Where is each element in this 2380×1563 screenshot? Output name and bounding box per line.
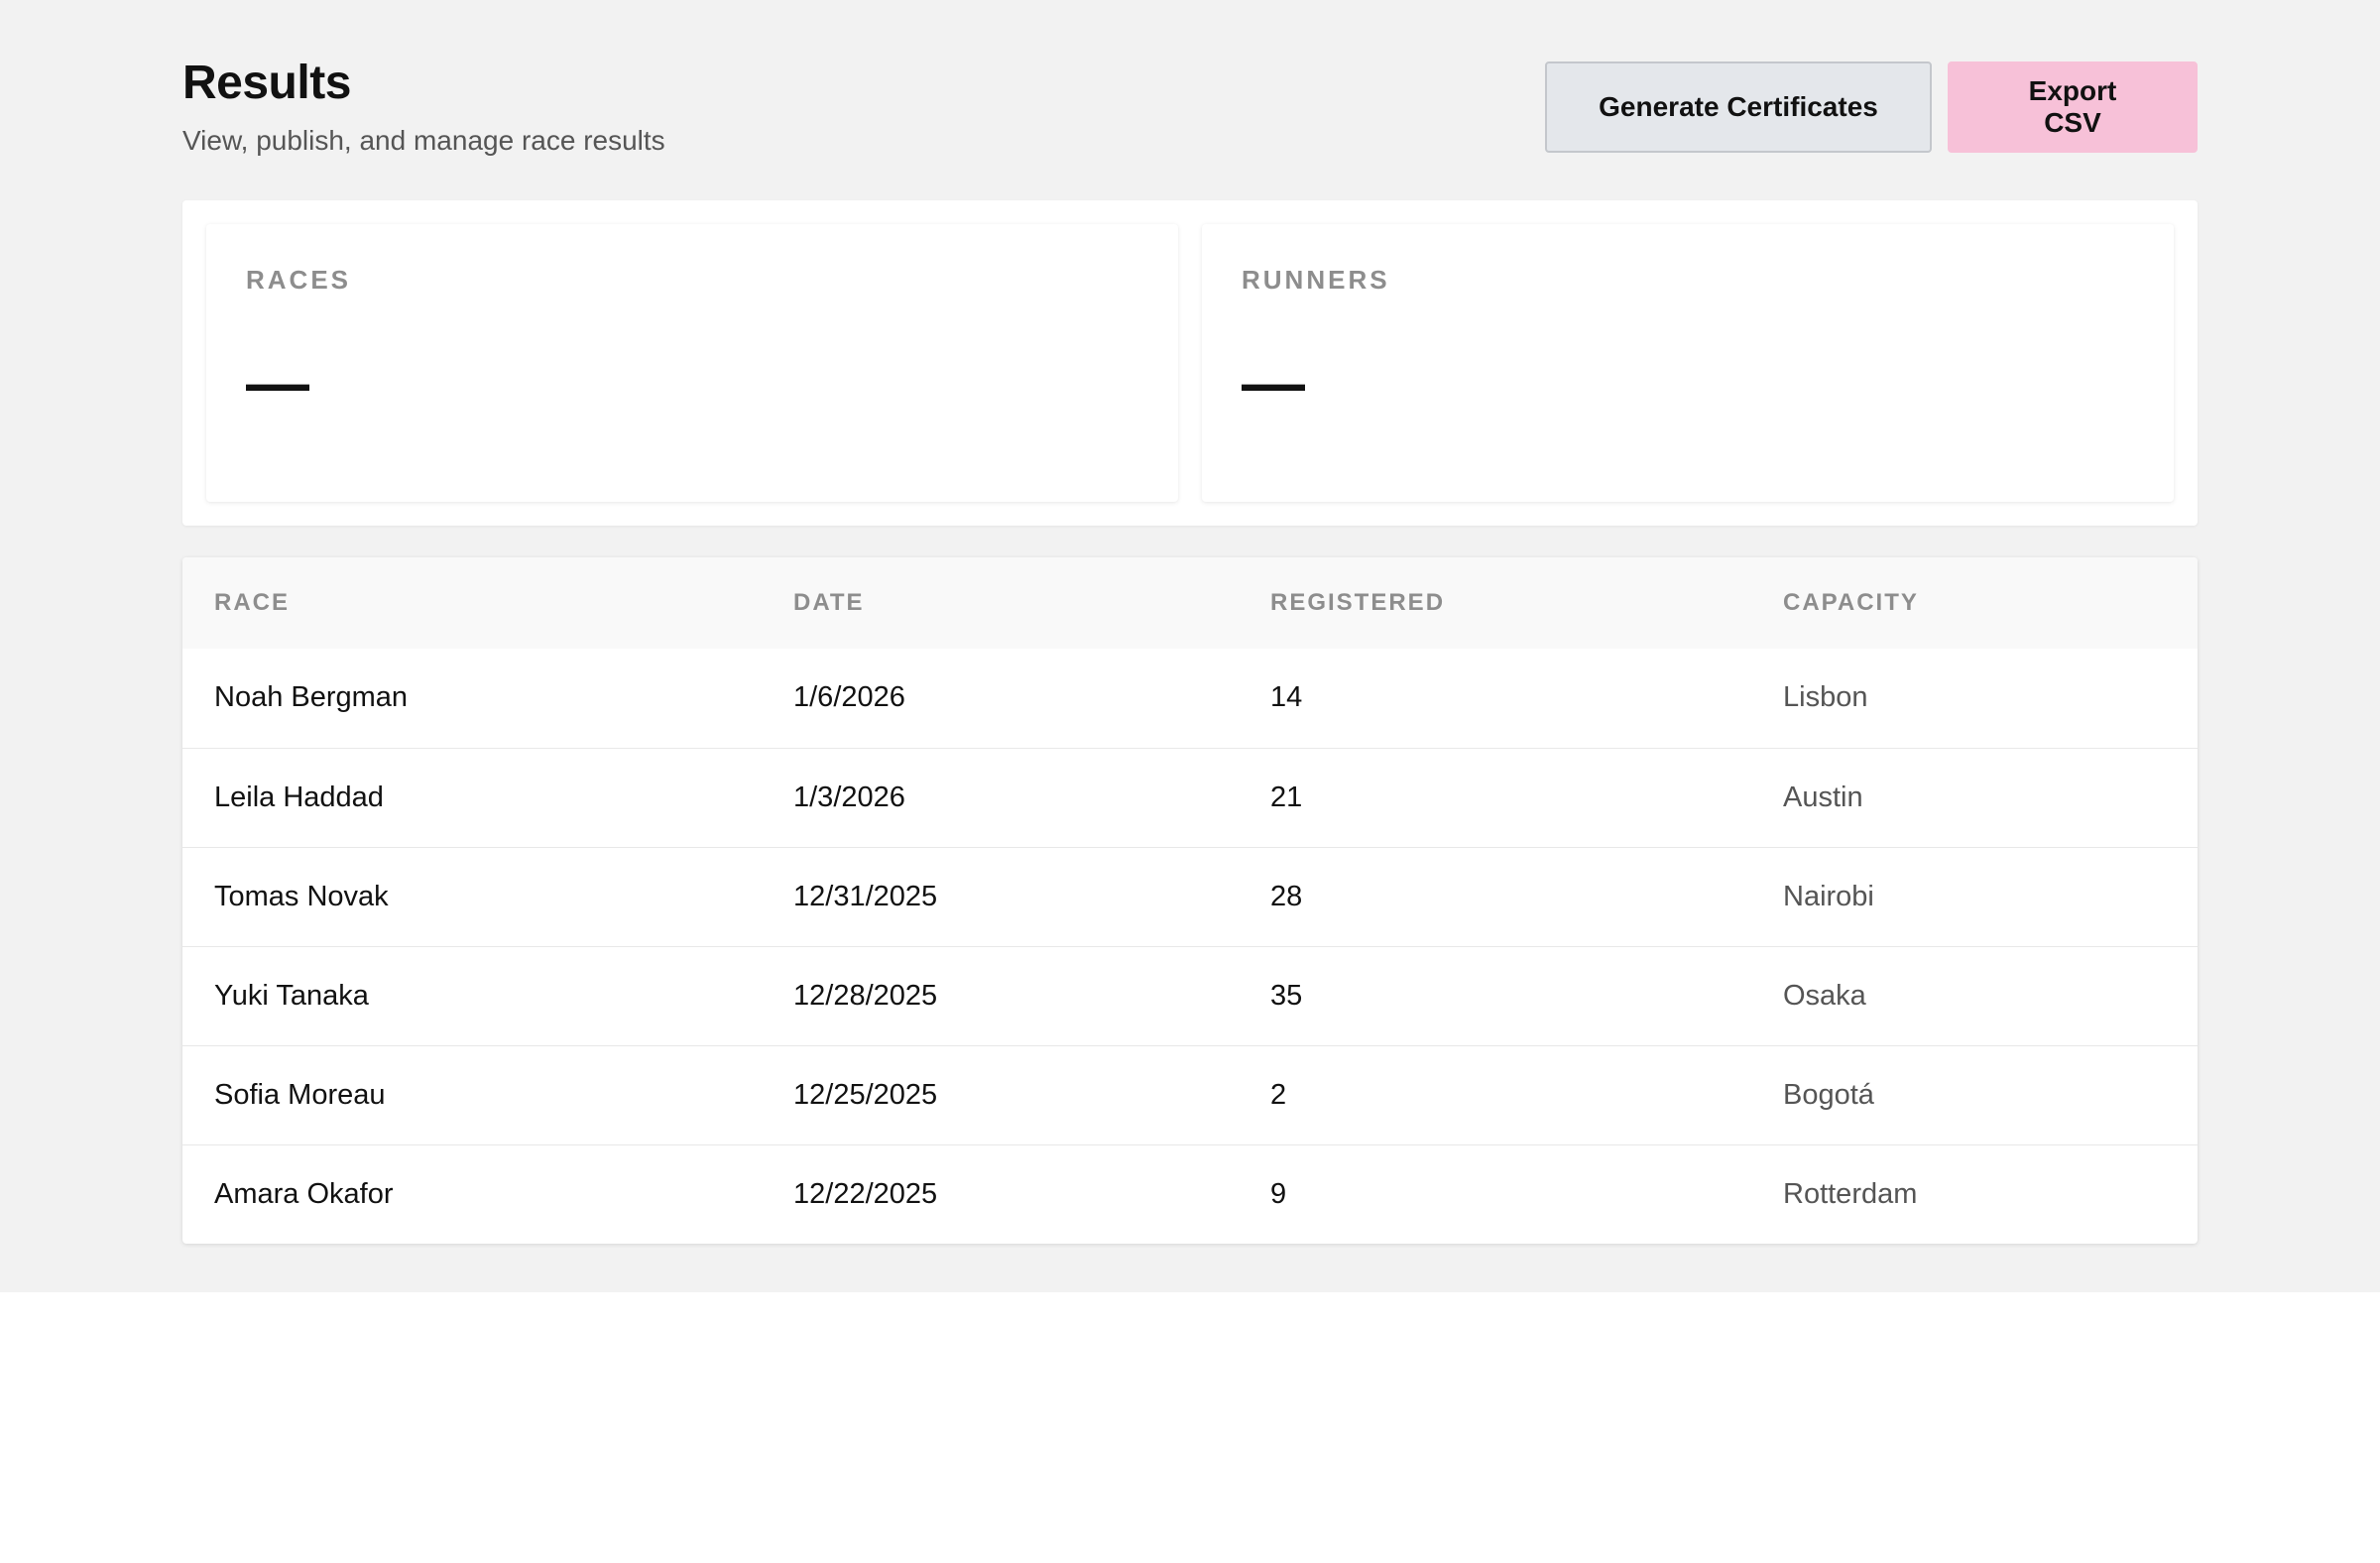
column-header-registered[interactable]: REGISTERED [1239,557,1751,649]
cell-capacity: Osaka [1783,979,1866,1012]
cell-registered: 9 [1270,1177,1287,1210]
table-body: Noah Bergman 1/6/2026 14 Lisbon Leila Ha… [182,649,2198,1244]
cell-race: Sofia Moreau [214,1078,386,1111]
cell-capacity: Nairobi [1783,880,1874,912]
stat-card-races: RACES — [206,224,1178,502]
table-header: RACE DATE REGISTERED CAPACITY [182,557,2198,649]
generate-certificates-button[interactable]: Generate Certificates [1545,61,1932,153]
cell-registered: 2 [1270,1078,1287,1111]
stat-value: — [246,347,309,419]
stat-value: — [1242,347,1305,419]
stat-card-runners: RUNNERS — [1202,224,2174,502]
cell-registered: 35 [1270,979,1303,1012]
stat-label: RACES [246,265,352,295]
stats-panel: RACES — RUNNERS — [182,200,2198,526]
stat-label: RUNNERS [1242,265,1390,295]
column-header-capacity[interactable]: CAPACITY [1751,557,2198,649]
table-row[interactable]: Yuki Tanaka 12/28/2025 35 Osaka [182,946,2198,1045]
cell-date: 1/3/2026 [793,781,905,813]
column-header-date[interactable]: DATE [762,557,1239,649]
cell-capacity: Lisbon [1783,681,1868,714]
column-header-race[interactable]: RACE [182,557,762,649]
header-actions: Generate Certificates Export CSV [1545,61,2198,153]
table-row[interactable]: Sofia Moreau 12/25/2025 2 Bogotá [182,1045,2198,1144]
cell-date: 12/22/2025 [793,1177,938,1210]
cell-date: 12/25/2025 [793,1078,938,1111]
cell-race: Tomas Novak [214,880,389,912]
page-header: Results View, publish, and manage race r… [182,54,2198,173]
cell-capacity: Rotterdam [1783,1177,1918,1210]
cell-date: 12/28/2025 [793,979,938,1012]
cell-race: Amara Okafor [214,1177,394,1210]
table-row[interactable]: Leila Haddad 1/3/2026 21 Austin [182,748,2198,847]
export-csv-button[interactable]: Export CSV [1948,61,2198,153]
cell-registered: 28 [1270,880,1303,912]
cell-capacity: Austin [1783,781,1863,813]
table-row[interactable]: Amara Okafor 12/22/2025 9 Rotterdam [182,1144,2198,1244]
cell-registered: 21 [1270,781,1303,813]
table-row[interactable]: Noah Bergman 1/6/2026 14 Lisbon [182,649,2198,748]
results-page: Results View, publish, and manage race r… [0,0,2380,1292]
table-header-row: RACE DATE REGISTERED CAPACITY [182,557,2198,649]
results-table: RACE DATE REGISTERED CAPACITY Noah Bergm… [182,557,2198,1244]
cell-capacity: Bogotá [1783,1078,1874,1111]
table-row[interactable]: Tomas Novak 12/31/2025 28 Nairobi [182,847,2198,946]
cell-race: Noah Bergman [214,681,409,714]
cell-registered: 14 [1270,681,1303,714]
cell-date: 1/6/2026 [793,681,905,714]
results-table-panel: RACE DATE REGISTERED CAPACITY Noah Bergm… [182,557,2198,1244]
cell-race: Yuki Tanaka [214,979,369,1012]
cell-race: Leila Haddad [214,781,384,813]
cell-date: 12/31/2025 [793,880,938,912]
